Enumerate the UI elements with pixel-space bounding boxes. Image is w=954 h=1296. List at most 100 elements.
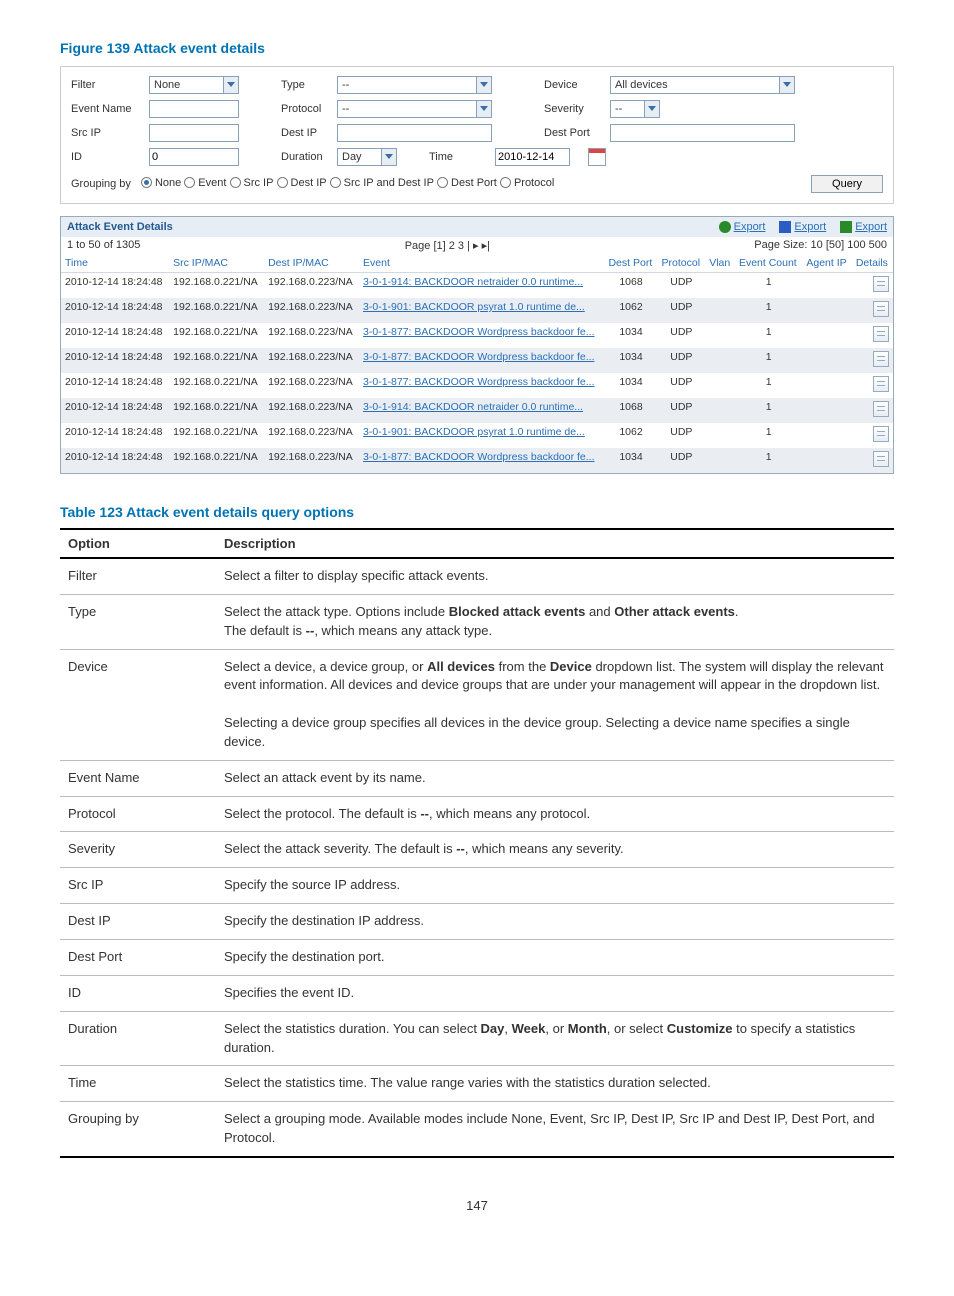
option-desc: Specifies the event ID. — [216, 975, 894, 1011]
grouping-radio-protocol[interactable]: Protocol — [500, 177, 554, 189]
severity-select[interactable]: -- — [610, 100, 660, 118]
option-name: Device — [60, 649, 216, 760]
grouping-radio-event[interactable]: Event — [184, 177, 226, 189]
type-label: Type — [281, 79, 331, 91]
grouping-radio-src-ip-and-dest-ip[interactable]: Src IP and Dest IP — [330, 177, 434, 189]
grouping-label: Grouping by — [71, 178, 131, 190]
option-desc: Select the statistics duration. You can … — [216, 1011, 894, 1066]
event-link[interactable]: 3-0-1-901: BACKDOOR psyrat 1.0 runtime d… — [363, 426, 585, 438]
filter-label: Filter — [71, 79, 143, 91]
option-name: ID — [60, 975, 216, 1011]
duration-label: Duration — [281, 151, 331, 163]
option-desc: Select a device, a device group, or All … — [216, 649, 894, 760]
time-input[interactable] — [495, 148, 570, 166]
col-header: Agent IP — [802, 254, 851, 273]
option-desc: Select the statistics time. The value ra… — [216, 1066, 894, 1102]
export-link-1[interactable]: Export — [719, 221, 766, 233]
filter-select[interactable]: None — [149, 76, 239, 94]
srcip-label: Src IP — [71, 127, 143, 139]
table-row: 2010-12-14 18:24:48192.168.0.221/NA192.1… — [61, 398, 893, 423]
event-link[interactable]: 3-0-1-877: BACKDOOR Wordpress backdoor f… — [363, 376, 594, 388]
destport-label: Dest Port — [544, 127, 604, 139]
col-header: Src IP/MAC — [169, 254, 264, 273]
option-desc: Specify the source IP address. — [216, 868, 894, 904]
table-row: 2010-12-14 18:24:48192.168.0.221/NA192.1… — [61, 273, 893, 299]
events-table: TimeSrc IP/MACDest IP/MACEventDest PortP… — [61, 254, 893, 473]
page-number: 147 — [60, 1198, 894, 1213]
details-panel: Attack Event Details Export Export Expor… — [60, 216, 894, 474]
pager[interactable]: Page [1] 2 3 | ▸ ▸| — [140, 239, 754, 252]
col-header: Protocol — [658, 254, 706, 273]
option-desc: Select the attack severity. The default … — [216, 832, 894, 868]
page-size[interactable]: Page Size: 10 [50] 100 500 — [754, 239, 887, 252]
table-row: 2010-12-14 18:24:48192.168.0.221/NA192.1… — [61, 323, 893, 348]
option-name: Protocol — [60, 796, 216, 832]
options-table: Option Description FilterSelect a filter… — [60, 528, 894, 1158]
calendar-icon[interactable] — [588, 148, 606, 166]
table-row: 2010-12-14 18:24:48192.168.0.221/NA192.1… — [61, 448, 893, 473]
srcip-input[interactable] — [149, 124, 239, 142]
id-input[interactable] — [149, 148, 239, 166]
table-row: 2010-12-14 18:24:48192.168.0.221/NA192.1… — [61, 373, 893, 398]
opt-header-desc: Description — [216, 529, 894, 558]
option-name: Event Name — [60, 760, 216, 796]
col-header: Time — [61, 254, 169, 273]
grouping-radio-src-ip[interactable]: Src IP — [230, 177, 274, 189]
duration-select[interactable]: Day — [337, 148, 397, 166]
col-header: Dest IP/MAC — [264, 254, 359, 273]
option-name: Filter — [60, 558, 216, 594]
table-caption: Table 123 Attack event details query opt… — [60, 504, 894, 520]
table-row: 2010-12-14 18:24:48192.168.0.221/NA192.1… — [61, 348, 893, 373]
event-link[interactable]: 3-0-1-877: BACKDOOR Wordpress backdoor f… — [363, 326, 594, 338]
details-icon[interactable] — [873, 351, 889, 367]
col-header: Event Count — [735, 254, 802, 273]
opt-header-option: Option — [60, 529, 216, 558]
type-select[interactable]: -- — [337, 76, 492, 94]
option-desc: Specify the destination port. — [216, 939, 894, 975]
grouping-radio-dest-port[interactable]: Dest Port — [437, 177, 497, 189]
eventname-input[interactable] — [149, 100, 239, 118]
protocol-select[interactable]: -- — [337, 100, 492, 118]
details-title: Attack Event Details — [67, 221, 173, 233]
row-count: 1 to 50 of 1305 — [67, 239, 140, 252]
option-name: Dest Port — [60, 939, 216, 975]
device-label: Device — [544, 79, 604, 91]
query-button[interactable]: Query — [811, 175, 883, 193]
device-select[interactable]: All devices — [610, 76, 795, 94]
col-header: Vlan — [705, 254, 735, 273]
export-link-2[interactable]: Export — [779, 221, 826, 233]
col-header: Event — [359, 254, 604, 273]
event-link[interactable]: 3-0-1-877: BACKDOOR Wordpress backdoor f… — [363, 451, 594, 463]
option-desc: Select an attack event by its name. — [216, 760, 894, 796]
details-icon[interactable] — [873, 301, 889, 317]
details-icon[interactable] — [873, 401, 889, 417]
event-link[interactable]: 3-0-1-901: BACKDOOR psyrat 1.0 runtime d… — [363, 301, 585, 313]
filter-panel: Filter None Type -- Device All devices E… — [60, 66, 894, 204]
details-icon[interactable] — [873, 326, 889, 342]
event-link[interactable]: 3-0-1-877: BACKDOOR Wordpress backdoor f… — [363, 351, 594, 363]
grouping-radio-dest-ip[interactable]: Dest IP — [277, 177, 327, 189]
export-link-3[interactable]: Export — [840, 221, 887, 233]
event-link[interactable]: 3-0-1-914: BACKDOOR netraider 0.0 runtim… — [363, 401, 583, 413]
figure-title: Figure 139 Attack event details — [60, 40, 894, 56]
option-desc: Select a grouping mode. Available modes … — [216, 1102, 894, 1157]
option-name: Grouping by — [60, 1102, 216, 1157]
details-icon[interactable] — [873, 451, 889, 467]
details-icon[interactable] — [873, 376, 889, 392]
event-link[interactable]: 3-0-1-914: BACKDOOR netraider 0.0 runtim… — [363, 276, 583, 288]
col-header: Details — [852, 254, 893, 273]
option-name: Type — [60, 594, 216, 649]
time-label: Time — [429, 151, 453, 163]
details-icon[interactable] — [873, 276, 889, 292]
details-icon[interactable] — [873, 426, 889, 442]
option-desc: Select the attack type. Options include … — [216, 594, 894, 649]
table-row: 2010-12-14 18:24:48192.168.0.221/NA192.1… — [61, 298, 893, 323]
destip-input[interactable] — [337, 124, 492, 142]
option-desc: Select a filter to display specific atta… — [216, 558, 894, 594]
grouping-radio-none[interactable]: None — [141, 177, 181, 189]
option-name: Duration — [60, 1011, 216, 1066]
destport-input[interactable] — [610, 124, 795, 142]
option-name: Dest IP — [60, 904, 216, 940]
option-desc: Specify the destination IP address. — [216, 904, 894, 940]
eventname-label: Event Name — [71, 103, 143, 115]
